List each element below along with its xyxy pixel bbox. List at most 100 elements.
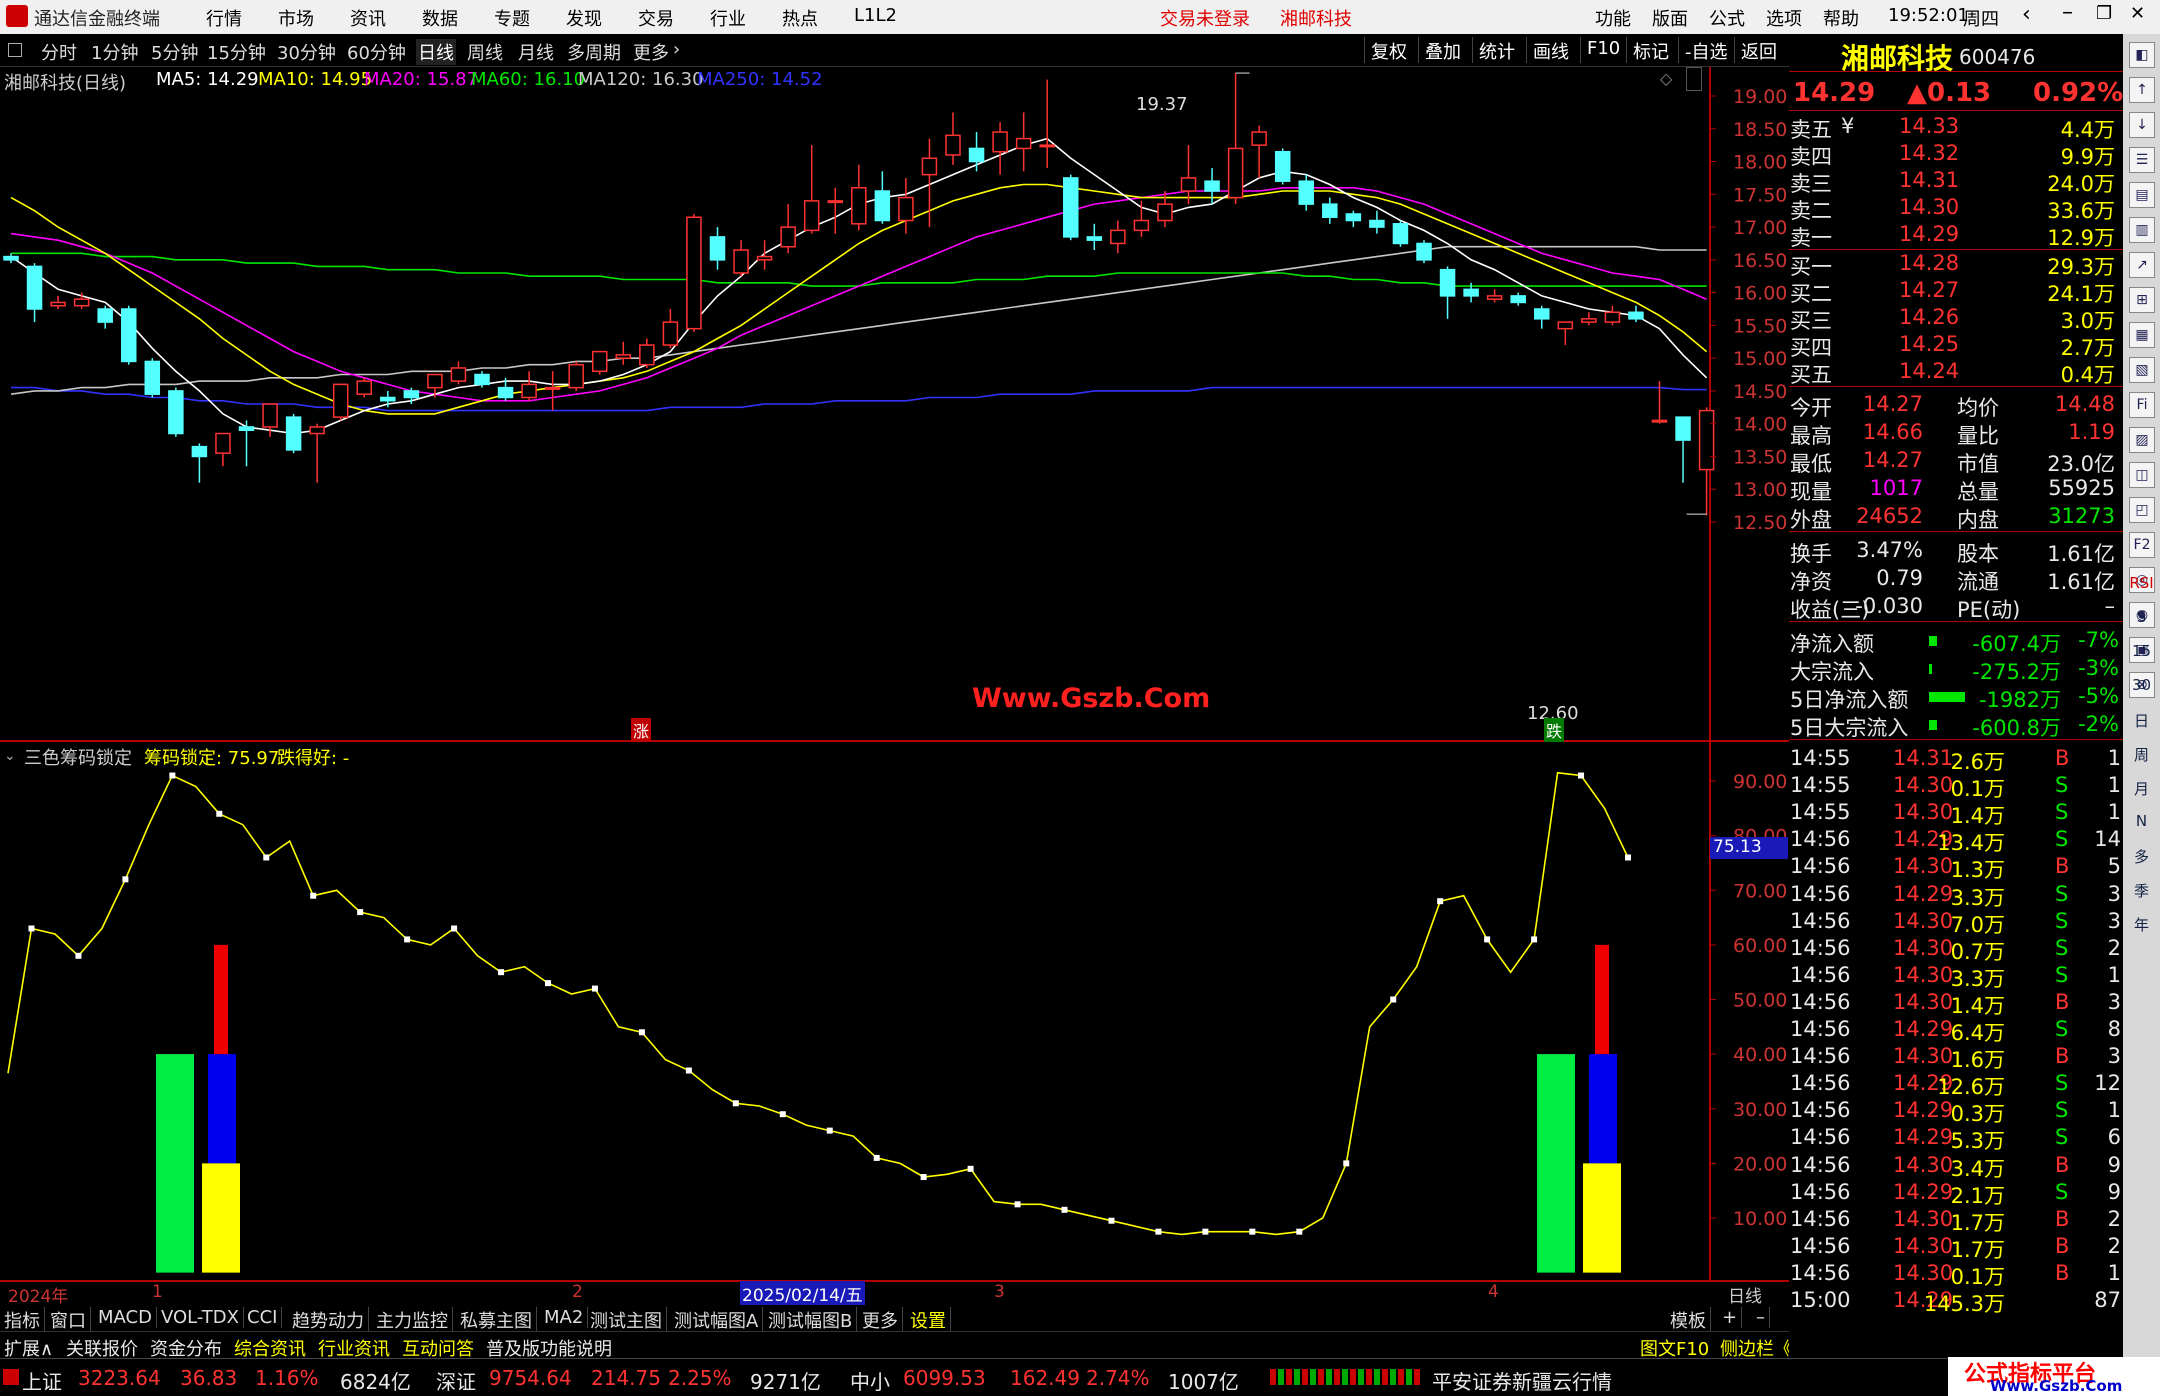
period-daily[interactable]: 日线: [416, 39, 456, 65]
period-5min[interactable]: 5分钟: [151, 39, 198, 65]
back-arrow-icon[interactable]: ‹: [2022, 2, 2031, 27]
side-tool-icon[interactable]: ▧: [2129, 357, 2155, 383]
menu-item-gongshi[interactable]: 公式: [1709, 5, 1745, 31]
chevron-right-icon[interactable]: ›: [673, 39, 680, 60]
menu-item-shuju[interactable]: 数据: [422, 5, 458, 31]
candle-body: [1345, 213, 1362, 222]
main-chart-pane[interactable]: 19.00 18.50 18.00 17.50 17.00 16.50 16.00 15.50…: [0, 67, 1789, 1307]
flow-label: 大宗流入: [1790, 660, 1874, 684]
side-tool-icon[interactable]: ◫: [2129, 462, 2155, 488]
panel-toggle-icon[interactable]: [8, 43, 22, 57]
side-tool-icon[interactable]: ▦: [2129, 322, 2155, 348]
side-tool-period[interactable]: 年: [2125, 914, 2158, 935]
sh-index-label[interactable]: 上证: [22, 1366, 62, 1395]
tick-count: 1: [2107, 746, 2121, 770]
tab-chuangkou[interactable]: 窗口: [46, 1307, 91, 1333]
tab-ceshi-futu-a[interactable]: 测试幅图A: [670, 1307, 764, 1333]
side-tool-period[interactable]: N: [2125, 812, 2158, 830]
menu-item-gongneng[interactable]: 功能: [1595, 5, 1631, 31]
trade-login-status[interactable]: 交易未登录: [1160, 5, 1250, 31]
tab-ma2[interactable]: MA2: [540, 1307, 589, 1328]
tab-cci[interactable]: CCI: [243, 1307, 283, 1328]
f10-button[interactable]: F10: [1580, 37, 1626, 63]
sz-index-label[interactable]: 深证: [436, 1366, 476, 1395]
tab-zhibiao[interactable]: 指标: [0, 1307, 45, 1333]
period-multi[interactable]: 多周期: [567, 39, 621, 65]
side-tool-icon[interactable]: ▥: [2129, 217, 2155, 243]
scroll-left-icon[interactable]: [1686, 67, 1702, 91]
side-tool-icon[interactable]: F2: [2129, 532, 2155, 558]
kline-chart-svg[interactable]: 19.00 18.50 18.00 17.50 17.00 16.50 16.00 15.50…: [0, 67, 1789, 1305]
side-tool-period[interactable]: 30: [2125, 676, 2158, 694]
tab-qushi-dongli[interactable]: 趋势动力: [288, 1307, 369, 1333]
tab-macd[interactable]: MACD: [94, 1307, 157, 1328]
chip-lock-point: [216, 810, 223, 817]
menu-item-zhuanti[interactable]: 专题: [494, 5, 530, 31]
tab-shezhi[interactable]: 设置: [906, 1307, 951, 1333]
period-60min[interactable]: 60分钟: [347, 39, 406, 65]
close-icon[interactable]: ✕: [2130, 3, 2145, 24]
period-15min[interactable]: 15分钟: [207, 39, 266, 65]
zoom-out-button[interactable]: –: [1752, 1307, 1770, 1328]
zoom-in-button[interactable]: +: [1718, 1307, 1743, 1328]
menu-item-jiaoyi[interactable]: 交易: [638, 5, 674, 31]
menu-item-xuanxiang[interactable]: 选项: [1766, 5, 1802, 31]
tab-gengduo[interactable]: 更多: [858, 1307, 903, 1333]
tongji-button[interactable]: 统计: [1472, 37, 1521, 63]
huaxian-button[interactable]: 画线: [1526, 37, 1575, 63]
side-tool-icon[interactable]: ◰: [2129, 497, 2155, 523]
side-tool-period[interactable]: 多: [2125, 846, 2158, 867]
restore-icon[interactable]: ❐: [2096, 3, 2112, 24]
tab-ceshi-futu-b[interactable]: 测试幅图B: [764, 1307, 858, 1333]
side-tool-icon[interactable]: ⊞: [2129, 287, 2155, 313]
tick-side: S: [2055, 1071, 2069, 1096]
period-1min[interactable]: 1分钟: [91, 39, 138, 65]
side-tool-period[interactable]: 季: [2125, 880, 2158, 901]
fuquan-button[interactable]: 复权: [1364, 37, 1413, 63]
side-tool-period[interactable]: RSI: [2125, 574, 2158, 592]
side-tool-period[interactable]: 日: [2125, 710, 2158, 731]
diamond-icon[interactable]: ◇: [1660, 69, 1672, 88]
tab-vol-tdx[interactable]: VOL-TDX: [157, 1307, 244, 1328]
side-tool-icon[interactable]: ◧: [2129, 42, 2155, 68]
period-monthly[interactable]: 月线: [518, 39, 554, 65]
fanhui-button[interactable]: 返回: [1734, 37, 1783, 63]
side-tool-icon[interactable]: ☰: [2129, 147, 2155, 173]
diejia-button[interactable]: 叠加: [1418, 37, 1467, 63]
menu-item-hangqing[interactable]: 行情: [206, 5, 242, 31]
bid-row: 买五 14.24 0.4万: [1789, 359, 2123, 387]
menu-item-zixun[interactable]: 资讯: [350, 5, 386, 31]
indicator-collapse-icon[interactable]: ⌄: [4, 748, 16, 764]
menu-item-bangzhu[interactable]: 帮助: [1823, 5, 1859, 31]
zixuan-button[interactable]: -自选: [1678, 37, 1734, 63]
side-tool-icon[interactable]: ▨: [2129, 427, 2155, 453]
side-tool-period[interactable]: 15: [2125, 642, 2158, 660]
template-button[interactable]: 模板: [1666, 1307, 1711, 1333]
tab-zhuli-jiankong[interactable]: 主力监控: [372, 1307, 453, 1333]
menu-item-banmian[interactable]: 版面: [1652, 5, 1688, 31]
side-tool-icon[interactable]: ↓: [2129, 112, 2155, 138]
menu-item-l1l2[interactable]: L1L2: [854, 5, 897, 26]
menu-item-redian[interactable]: 热点: [782, 5, 818, 31]
side-tool-icon[interactable]: ▤: [2129, 182, 2155, 208]
side-tool-period[interactable]: 周: [2125, 744, 2158, 765]
menu-item-shichang[interactable]: 市场: [278, 5, 314, 31]
menu-item-hangye[interactable]: 行业: [710, 5, 746, 31]
biaoji-button[interactable]: 标记: [1626, 37, 1675, 63]
period-fenshi[interactable]: 分时: [41, 39, 77, 65]
minimize-icon[interactable]: –: [2062, 0, 2073, 25]
zx-index-label[interactable]: 中小: [850, 1366, 890, 1395]
period-weekly[interactable]: 周线: [467, 39, 503, 65]
tab-ceshi-zhutu[interactable]: 测试主图: [586, 1307, 667, 1333]
side-tool-period[interactable]: S: [2125, 608, 2158, 626]
side-tool-icon[interactable]: Fi: [2129, 392, 2155, 418]
period-30min[interactable]: 30分钟: [277, 39, 336, 65]
tick-side: S: [2055, 1017, 2069, 1041]
side-tool-period[interactable]: 月: [2125, 778, 2158, 799]
period-more[interactable]: 更多: [633, 39, 669, 65]
side-tool-icon[interactable]: ↑: [2129, 77, 2155, 103]
tab-simu-zhutu[interactable]: 私募主图: [456, 1307, 537, 1333]
tick-price: 14.30: [1893, 854, 1954, 879]
side-tool-icon[interactable]: ↗: [2129, 252, 2155, 278]
menu-item-faxian[interactable]: 发现: [566, 5, 602, 31]
